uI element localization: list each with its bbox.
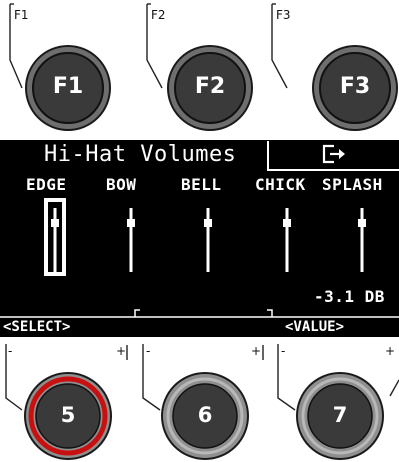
encoder-7-minus-label: - [281, 344, 286, 358]
f1-corner-label: F1 [14, 8, 29, 22]
encoder-6-plus-label: + [251, 344, 262, 358]
channel-label-bell: BELL [181, 175, 222, 194]
encoder-5-plus-label: + [116, 344, 127, 358]
channel-label-bow: BOW [106, 175, 137, 194]
channel-label-edge: EDGE [26, 175, 67, 194]
encoder-7-number: 7 [332, 403, 348, 427]
footer-value-label: <VALUE> [285, 319, 345, 335]
f3-corner-label: F3 [276, 8, 291, 22]
lcd-screen [0, 140, 399, 337]
channel-label-splash: SPLASH [322, 175, 383, 194]
encoder-5-number: 5 [60, 403, 76, 427]
encoder-6-minus-label: - [146, 344, 151, 358]
f2-corner-label: F2 [151, 8, 166, 22]
encoder-6-number: 6 [197, 403, 213, 427]
value-readout: -3.1 DB [314, 287, 385, 306]
f3-button-label: F3 [339, 74, 371, 99]
screen-title: Hi-Hat Volumes [44, 142, 237, 167]
exit-icon[interactable] [322, 144, 346, 164]
encoder-7-plus-label: + [385, 344, 396, 358]
f2-button-label: F2 [194, 74, 226, 99]
footer-select-label: <SELECT> [3, 319, 71, 335]
channel-label-chick: CHICK [255, 175, 306, 194]
encoder-5-minus-label: - [8, 344, 13, 358]
f1-button-label: F1 [52, 74, 84, 99]
